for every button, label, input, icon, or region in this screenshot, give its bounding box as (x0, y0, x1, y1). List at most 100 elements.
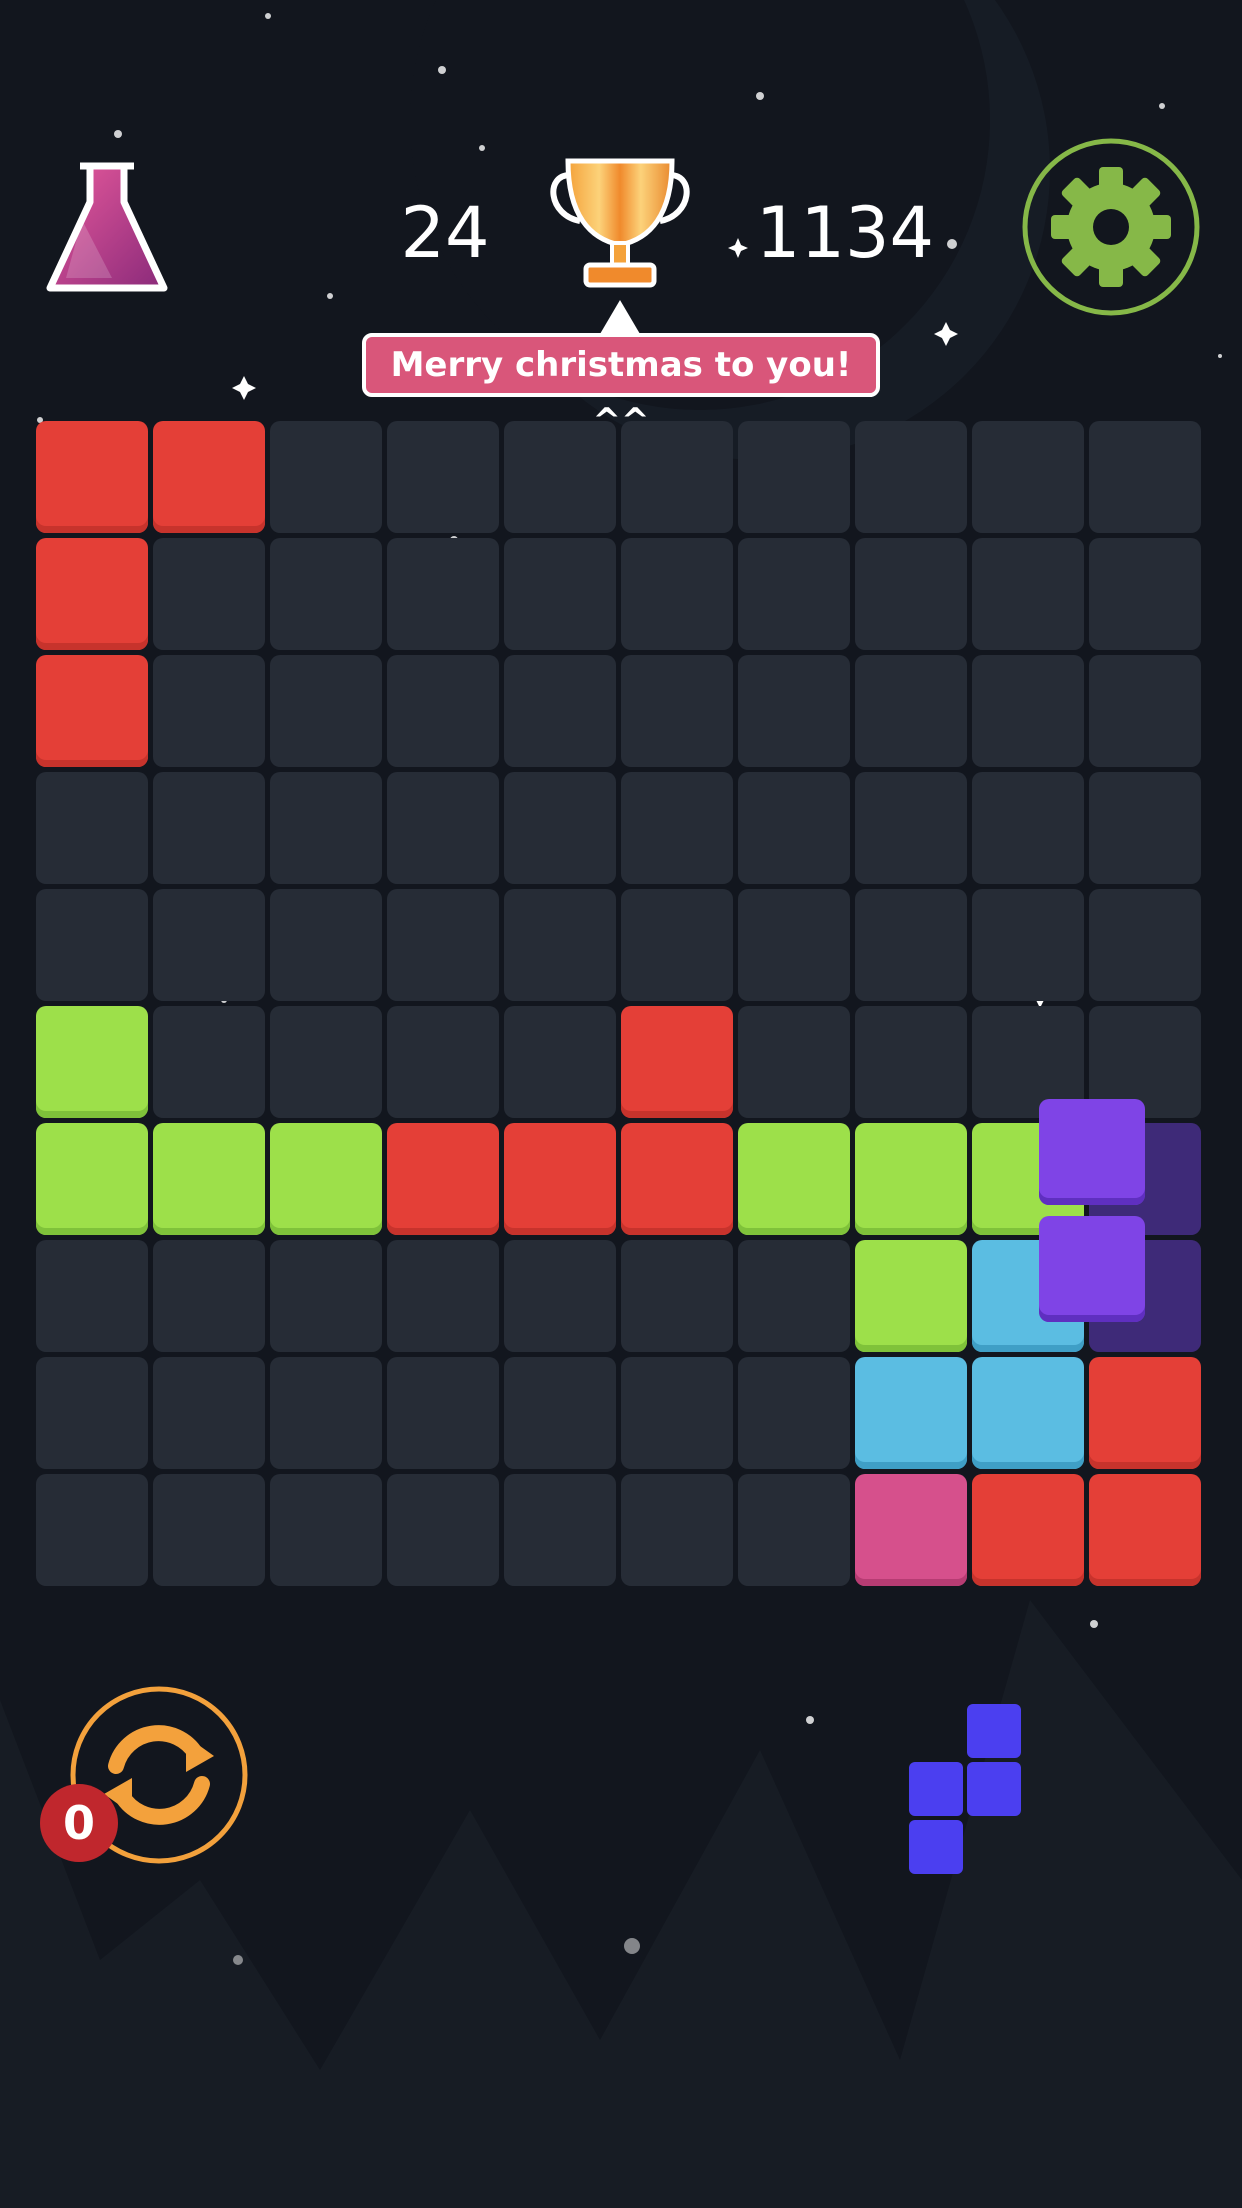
board-cell-empty[interactable] (972, 889, 1084, 1001)
board-block-red[interactable] (621, 1123, 733, 1235)
board-cell-empty[interactable] (270, 1357, 382, 1469)
board-cell-empty[interactable] (387, 1357, 499, 1469)
board-block-blue[interactable] (855, 1357, 967, 1469)
board-block-green[interactable] (153, 1123, 265, 1235)
board-block-green[interactable] (270, 1123, 382, 1235)
board-cell-empty[interactable] (387, 1240, 499, 1352)
board-block-red[interactable] (1089, 1474, 1201, 1586)
board-block-green[interactable] (855, 1240, 967, 1352)
board-cell-empty[interactable] (855, 889, 967, 1001)
board-cell-empty[interactable] (36, 1474, 148, 1586)
board-cell-empty[interactable] (387, 772, 499, 884)
board-cell-empty[interactable] (738, 538, 850, 650)
board-cell-empty[interactable] (855, 655, 967, 767)
drag-piece-block[interactable] (1039, 1099, 1145, 1205)
board-cell-empty[interactable] (504, 772, 616, 884)
board-block-blue[interactable] (972, 1357, 1084, 1469)
board-block-red[interactable] (36, 655, 148, 767)
board-cell-empty[interactable] (621, 1357, 733, 1469)
board-cell-empty[interactable] (36, 889, 148, 1001)
drag-piece-block[interactable] (1039, 1216, 1145, 1322)
board-block-pink[interactable] (855, 1474, 967, 1586)
board-block-red[interactable] (504, 1123, 616, 1235)
board-cell-empty[interactable] (270, 1474, 382, 1586)
board-cell-empty[interactable] (738, 1474, 850, 1586)
board-cell-empty[interactable] (1089, 538, 1201, 650)
board-cell-empty[interactable] (855, 1006, 967, 1118)
board-cell-empty[interactable] (36, 1240, 148, 1352)
board-cell-empty[interactable] (738, 889, 850, 1001)
board-cell-empty[interactable] (972, 655, 1084, 767)
board-cell-empty[interactable] (738, 772, 850, 884)
board-cell-empty[interactable] (738, 1240, 850, 1352)
flask-icon[interactable] (42, 158, 172, 298)
board-cell-empty[interactable] (972, 772, 1084, 884)
board-block-red[interactable] (972, 1474, 1084, 1586)
board-cell-empty[interactable] (504, 655, 616, 767)
next-piece[interactable] (905, 1700, 1025, 1880)
board-block-green[interactable] (855, 1123, 967, 1235)
board-cell-empty[interactable] (504, 889, 616, 1001)
next-piece-block[interactable] (967, 1704, 1021, 1758)
board-block-green[interactable] (36, 1006, 148, 1118)
board-cell-empty[interactable] (972, 421, 1084, 533)
board-cell-empty[interactable] (36, 1357, 148, 1469)
game-board[interactable] (36, 421, 1206, 1591)
board-cell-empty[interactable] (1089, 889, 1201, 1001)
board-cell-empty[interactable] (270, 1240, 382, 1352)
board-cell-empty[interactable] (504, 1474, 616, 1586)
board-cell-empty[interactable] (504, 1357, 616, 1469)
board-cell-empty[interactable] (1089, 655, 1201, 767)
board-cell-empty[interactable] (387, 421, 499, 533)
board-cell-empty[interactable] (387, 1474, 499, 1586)
board-cell-empty[interactable] (621, 1240, 733, 1352)
gear-icon[interactable] (1020, 136, 1202, 318)
board-cell-empty[interactable] (1089, 421, 1201, 533)
board-block-red[interactable] (153, 421, 265, 533)
board-cell-empty[interactable] (153, 1357, 265, 1469)
board-cell-empty[interactable] (153, 772, 265, 884)
board-cell-empty[interactable] (621, 1474, 733, 1586)
board-cell-empty[interactable] (270, 889, 382, 1001)
board-block-green[interactable] (36, 1123, 148, 1235)
board-cell-empty[interactable] (1089, 772, 1201, 884)
board-cell-empty[interactable] (153, 538, 265, 650)
board-cell-empty[interactable] (270, 421, 382, 533)
board-cell-empty[interactable] (270, 1006, 382, 1118)
board-cell-empty[interactable] (621, 421, 733, 533)
board-cell-empty[interactable] (270, 772, 382, 884)
board-cell-empty[interactable] (738, 655, 850, 767)
board-cell-empty[interactable] (387, 889, 499, 1001)
board-cell-empty[interactable] (153, 1006, 265, 1118)
board-block-red[interactable] (36, 538, 148, 650)
board-cell-empty[interactable] (621, 538, 733, 650)
board-block-red[interactable] (1089, 1357, 1201, 1469)
board-cell-empty[interactable] (387, 655, 499, 767)
board-cell-empty[interactable] (621, 889, 733, 1001)
board-cell-empty[interactable] (972, 538, 1084, 650)
board-block-red[interactable] (387, 1123, 499, 1235)
board-cell-empty[interactable] (153, 889, 265, 1001)
next-piece-block[interactable] (909, 1820, 963, 1874)
board-cell-empty[interactable] (153, 1474, 265, 1586)
board-cell-empty[interactable] (855, 421, 967, 533)
board-cell-empty[interactable] (504, 1006, 616, 1118)
board-cell-empty[interactable] (738, 1006, 850, 1118)
board-cell-empty[interactable] (738, 1357, 850, 1469)
board-cell-empty[interactable] (270, 538, 382, 650)
board-cell-empty[interactable] (387, 1006, 499, 1118)
board-cell-empty[interactable] (153, 655, 265, 767)
board-cell-empty[interactable] (387, 538, 499, 650)
board-cell-empty[interactable] (36, 772, 148, 884)
next-piece-block[interactable] (909, 1762, 963, 1816)
board-block-red[interactable] (621, 1006, 733, 1118)
board-cell-empty[interactable] (153, 1240, 265, 1352)
board-cell-empty[interactable] (504, 538, 616, 650)
board-cell-empty[interactable] (621, 772, 733, 884)
board-cell-empty[interactable] (621, 655, 733, 767)
board-cell-empty[interactable] (504, 421, 616, 533)
board-block-red[interactable] (36, 421, 148, 533)
board-cell-empty[interactable] (738, 421, 850, 533)
board-cell-empty[interactable] (855, 772, 967, 884)
next-piece-block[interactable] (967, 1762, 1021, 1816)
